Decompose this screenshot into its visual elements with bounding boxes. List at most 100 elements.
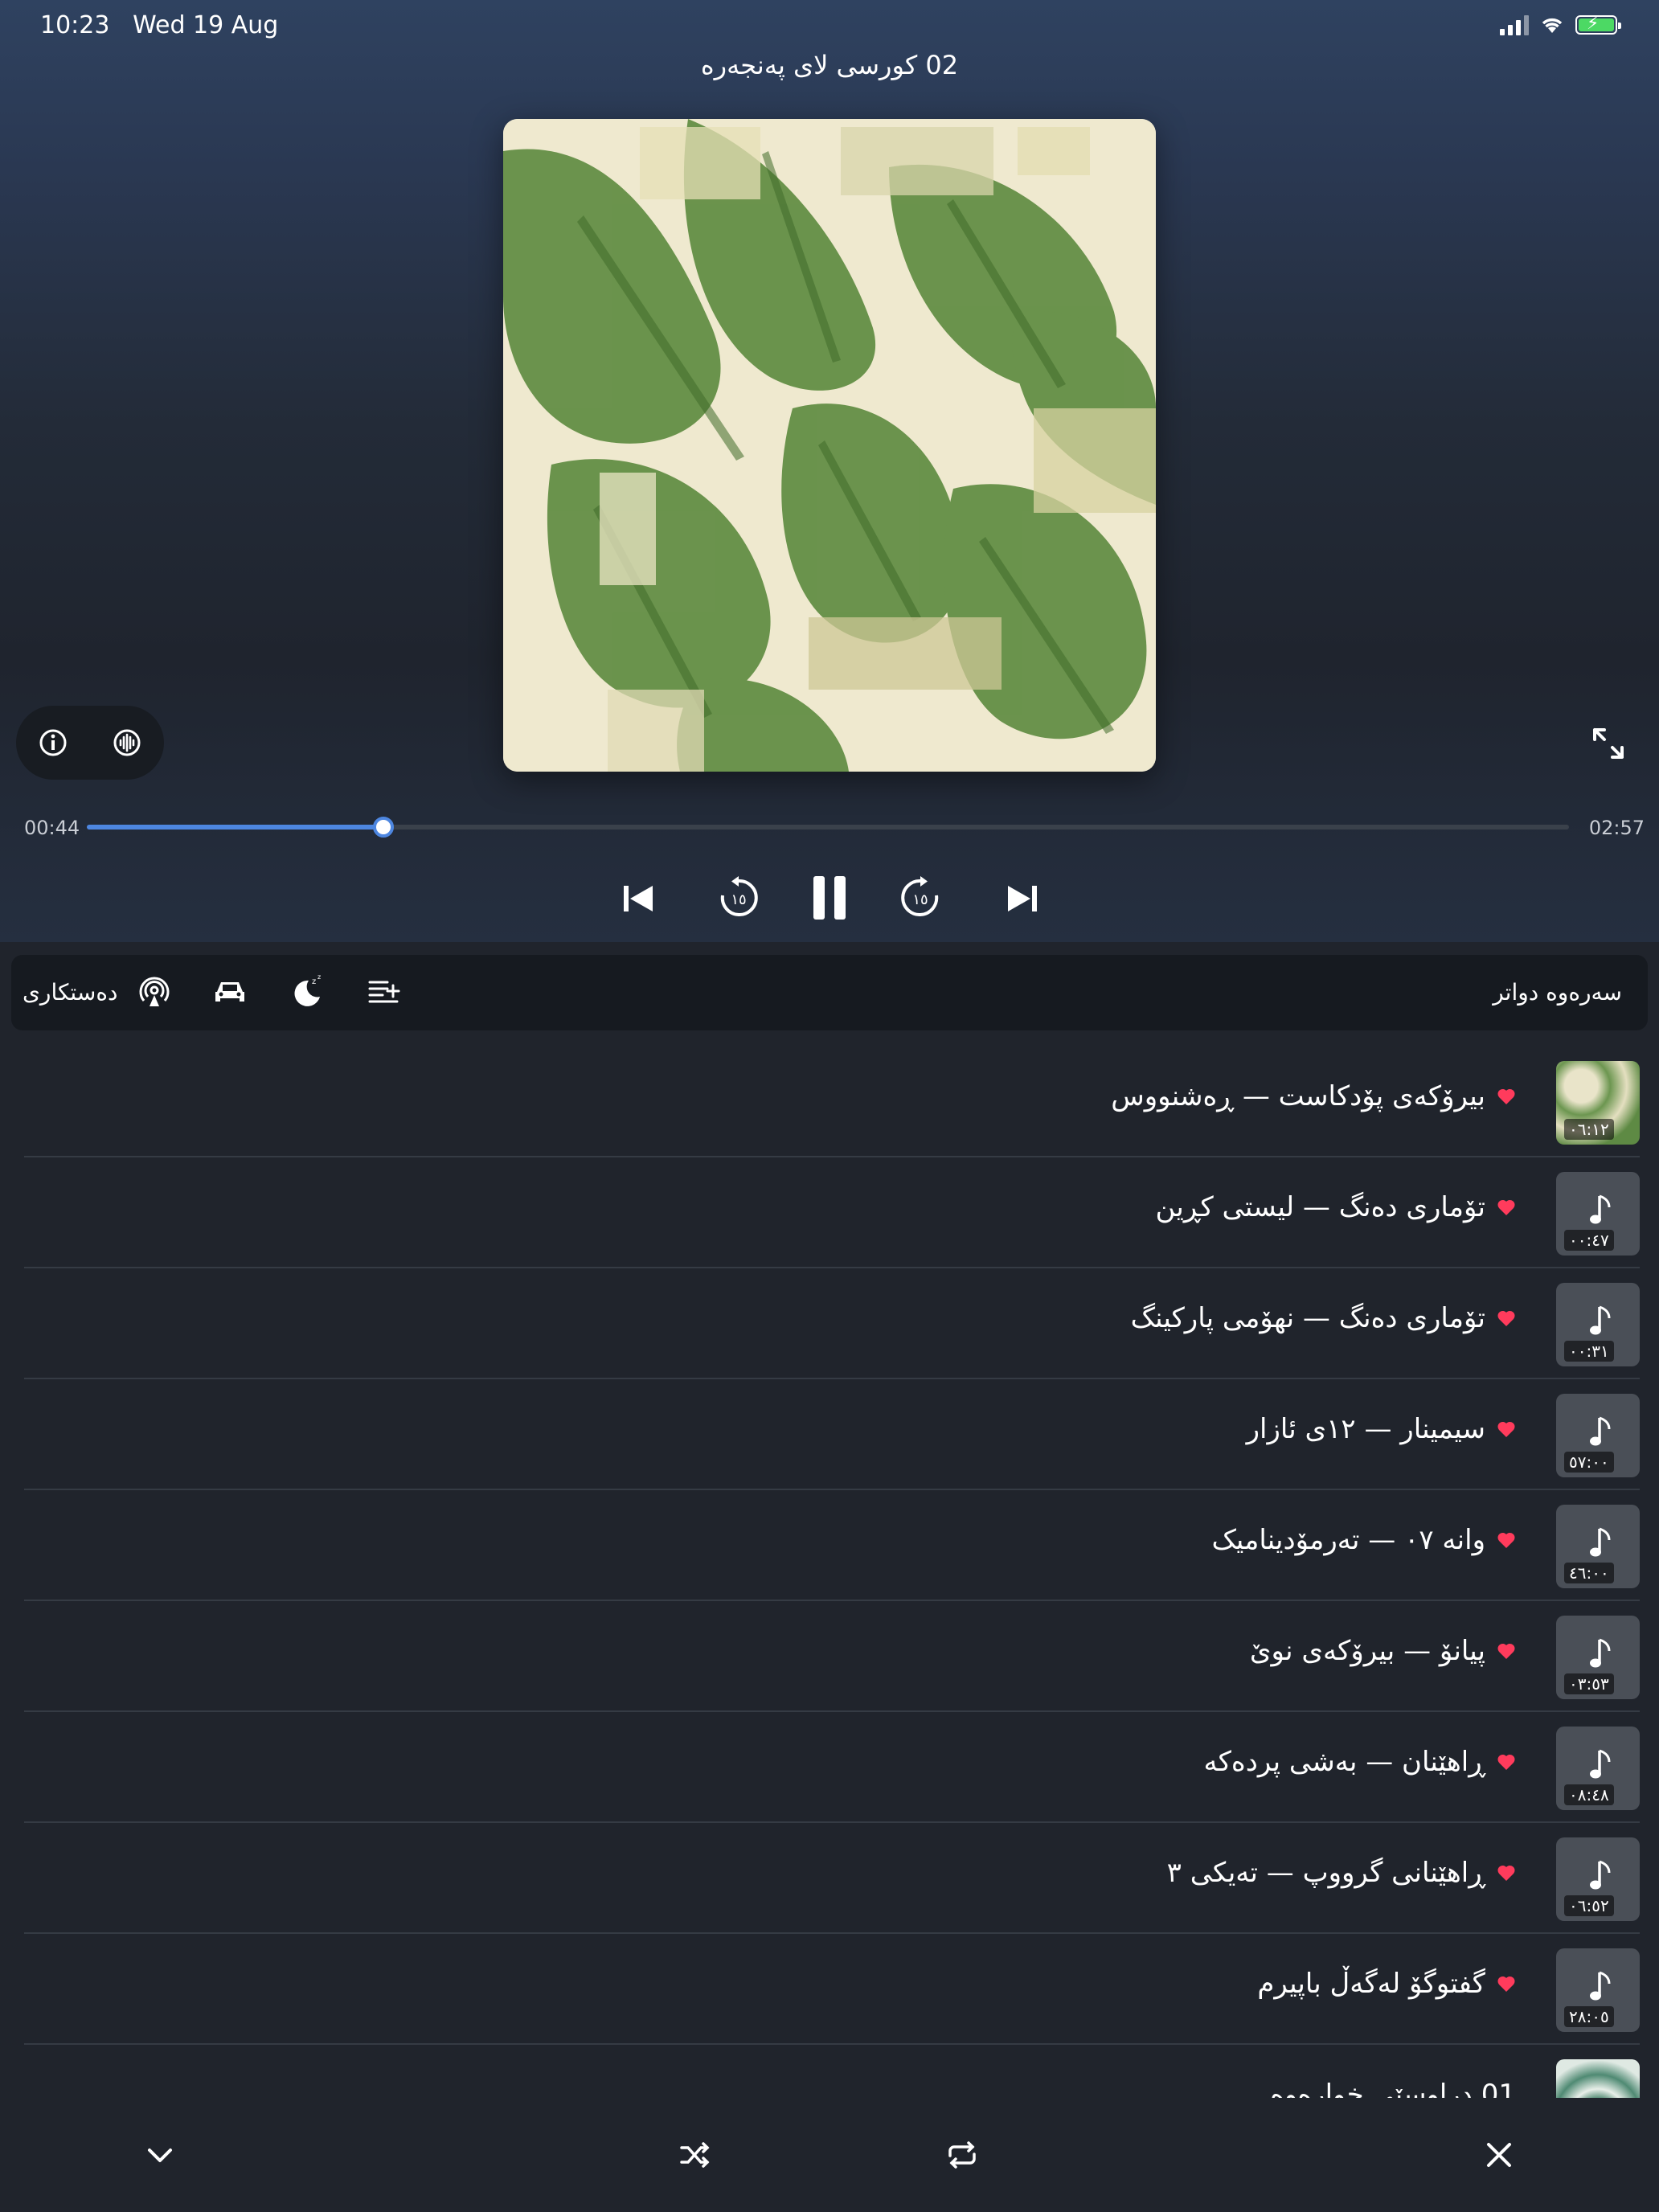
queue-row-text: وانە ٠٧ — تەرمۆدینامیک <box>1211 1524 1485 1556</box>
airplay-icon[interactable] <box>135 973 174 1011</box>
wifi-icon <box>1542 18 1563 33</box>
battery-charging-icon: ⚡ <box>1575 14 1621 35</box>
up-next-label: سەرەوە دواتر <box>1493 979 1622 1006</box>
queue-row-artwork: ٥٧:٠٠ <box>1556 1394 1640 1477</box>
progress-knob[interactable] <box>372 817 394 838</box>
status-bar-indicators: ⚡ <box>1500 13 1621 37</box>
pause-icon[interactable] <box>810 875 849 921</box>
sleep-timer-icon[interactable]: z z <box>288 973 326 1011</box>
heart-icon[interactable] <box>1497 1864 1516 1882</box>
queue-list[interactable]: بیرۆکەی پۆدکاست — ڕەشنووس ٠٦:١٢ تۆماری د… <box>0 1045 1659 2098</box>
queue-row-text: تۆماری دەنگ — نهۆمی پارکینگ <box>1130 1302 1485 1334</box>
shuffle-icon[interactable] <box>677 2136 714 2173</box>
heart-icon[interactable] <box>1497 1309 1516 1327</box>
queue-row-artwork: ٤٦:٠٠ <box>1556 1505 1640 1588</box>
queue-row[interactable]: ڕاهێنان — بەشی پردەکە ٠٨:٤٨ <box>24 1710 1640 1823</box>
music-note-icon <box>1590 1305 1611 1335</box>
skip-forward-15-icon[interactable]: ١٥ <box>899 876 942 920</box>
now-playing-panel: 10:23 Wed 19 Aug ⚡ 02 کورسی لای پەنجەرە <box>0 0 1659 942</box>
status-bar-clock: 10:23 Wed 19 Aug <box>40 11 278 39</box>
queue-row-text: بیرۆکەی پۆدکاست — ڕەشنووس <box>1111 1080 1485 1112</box>
queue-row-title: وانە ٠٧ — تەرمۆدینامیک <box>1211 1524 1516 1556</box>
edit-button[interactable]: دەستکاری <box>23 979 117 1006</box>
heart-icon[interactable] <box>1497 1753 1516 1771</box>
queue-row[interactable]: 01 دراوسێی خوارەوە <box>24 2043 1640 2098</box>
queue-row-text: 01 دراوسێی خوارەوە <box>1270 2079 1516 2098</box>
heart-icon[interactable] <box>1497 1088 1516 1105</box>
queue-row-title: ڕاهێنانی گرووپ — تەیکی ٣ <box>1167 1857 1516 1889</box>
queue-row[interactable]: بیرۆکەی پۆدکاست — ڕەشنووس ٠٦:١٢ <box>24 1045 1640 1157</box>
track-title: 02 کورسی لای پەنجەرە <box>700 50 959 80</box>
queue-row-duration: ٠٨:٤٨ <box>1564 1784 1614 1805</box>
queue-row-text: گفتوگۆ لەگەڵ باپیرم <box>1257 1968 1485 2000</box>
progress-fill <box>87 825 383 830</box>
queue-row-duration: ٠٣:٥٣ <box>1564 1673 1614 1694</box>
music-note-icon <box>1590 1527 1611 1557</box>
skip-back-15-icon[interactable]: ١٥ <box>717 876 760 920</box>
heart-icon[interactable] <box>1497 1975 1516 1993</box>
queue-row[interactable]: وانە ٠٧ — تەرمۆدینامیک ٤٦:٠٠ <box>24 1489 1640 1601</box>
queue-row[interactable]: پیانۆ — بیرۆکەی نوێ ٠٣:٥٣ <box>24 1600 1640 1712</box>
queue-row-title: تۆماری دەنگ — نهۆمی پارکینگ <box>1131 1302 1516 1334</box>
close-icon[interactable] <box>1481 2136 1518 2173</box>
expand-icon[interactable] <box>1588 723 1628 764</box>
queue-row-duration: ٥٧:٠٠ <box>1564 1452 1614 1473</box>
music-note-icon <box>1590 1971 1611 2001</box>
cellular-signal-icon <box>1500 14 1529 35</box>
queue-row-artwork: ٠٠:٤٧ <box>1556 1172 1640 1256</box>
music-note-icon <box>1590 1638 1611 1668</box>
heart-icon[interactable] <box>1497 1198 1516 1216</box>
status-date: Wed 19 Aug <box>133 11 279 39</box>
queue-row-text: سیمینار — ١٢ی ئازار <box>1246 1413 1485 1445</box>
music-note-icon <box>1590 1194 1611 1224</box>
queue-toolbar: دەستکاری z z سەرەوە دواتر <box>11 955 1648 1030</box>
queue-row-title: 01 دراوسێی خوارەوە <box>1270 2079 1516 2098</box>
queue-row-duration: ٠٠:٤٧ <box>1564 1230 1614 1251</box>
car-icon[interactable] <box>211 973 249 1011</box>
queue-row[interactable]: گفتوگۆ لەگەڵ باپیرم ٢٨:٠٥ <box>24 1932 1640 2045</box>
queue-row-title: بیرۆکەی پۆدکاست — ڕەشنووس <box>1111 1080 1516 1112</box>
heart-icon[interactable] <box>1497 1420 1516 1438</box>
queue-row-text: ڕاهێنان — بەشی پردەکە <box>1203 1746 1485 1778</box>
queue-row[interactable]: تۆماری دەنگ — نهۆمی پارکینگ ٠٠:٣١ <box>24 1267 1640 1379</box>
queue-row-artwork: ٠٠:٣١ <box>1556 1283 1640 1366</box>
music-note-icon <box>1590 1749 1611 1779</box>
svg-text:z: z <box>317 973 321 981</box>
queue-row[interactable]: تۆماری دەنگ — لیستی کڕین ٠٠:٤٧ <box>24 1156 1640 1268</box>
queue-row-title: ڕاهێنان — بەشی پردەکە <box>1203 1746 1516 1778</box>
music-note-icon <box>1590 1416 1611 1446</box>
info-pill <box>16 706 164 780</box>
queue-row-text: پیانۆ — بیرۆکەی نوێ <box>1249 1635 1485 1667</box>
queue-row-title: تۆماری دەنگ — لیستی کڕین <box>1155 1191 1516 1223</box>
queue-row-duration: ٠٦:١٢ <box>1564 1119 1614 1140</box>
add-to-queue-icon[interactable] <box>365 973 403 1011</box>
queue-row-duration: ٢٨:٠٥ <box>1564 2006 1614 2027</box>
bottom-bar <box>0 2098 1659 2212</box>
queue-row-text: تۆماری دەنگ — لیستی کڕین <box>1155 1191 1485 1223</box>
repeat-icon[interactable] <box>944 2136 981 2173</box>
queue-row-title: گفتوگۆ لەگەڵ باپیرم <box>1257 1968 1516 2000</box>
progress-slider[interactable] <box>87 817 1569 838</box>
collapse-chevron-icon[interactable] <box>141 2136 178 2173</box>
previous-track-icon[interactable] <box>621 883 656 915</box>
music-note-icon <box>1590 1860 1611 1890</box>
queue-row-duration: ٠٠:٣١ <box>1564 1341 1614 1362</box>
svg-text:z: z <box>312 977 316 986</box>
queue-row-text: ڕاهێنانی گرووپ — تەیکی ٣ <box>1166 1857 1485 1889</box>
heart-icon[interactable] <box>1497 1531 1516 1549</box>
heart-icon[interactable] <box>1497 1642 1516 1660</box>
queue-row-artwork: ٠٦:١٢ <box>1556 1061 1640 1145</box>
waveform-icon[interactable] <box>109 725 145 760</box>
svg-text:١٥: ١٥ <box>912 891 928 908</box>
queue-row-artwork <box>1556 2059 1640 2098</box>
queue-row-artwork: ٢٨:٠٥ <box>1556 1948 1640 2032</box>
svg-text:١٥: ١٥ <box>731 891 746 908</box>
queue-row-title: سیمینار — ١٢ی ئازار <box>1247 1413 1516 1445</box>
queue-row[interactable]: سیمینار — ١٢ی ئازار ٥٧:٠٠ <box>24 1378 1640 1490</box>
next-track-icon[interactable] <box>1005 883 1040 915</box>
queue-row-artwork: ٠٦:٥٢ <box>1556 1837 1640 1921</box>
queue-row[interactable]: ڕاهێنانی گرووپ — تەیکی ٣ ٠٦:٥٢ <box>24 1821 1640 1934</box>
info-icon[interactable] <box>35 725 71 760</box>
queue-row-artwork: ٠٨:٤٨ <box>1556 1727 1640 1810</box>
album-artwork[interactable] <box>503 119 1156 772</box>
